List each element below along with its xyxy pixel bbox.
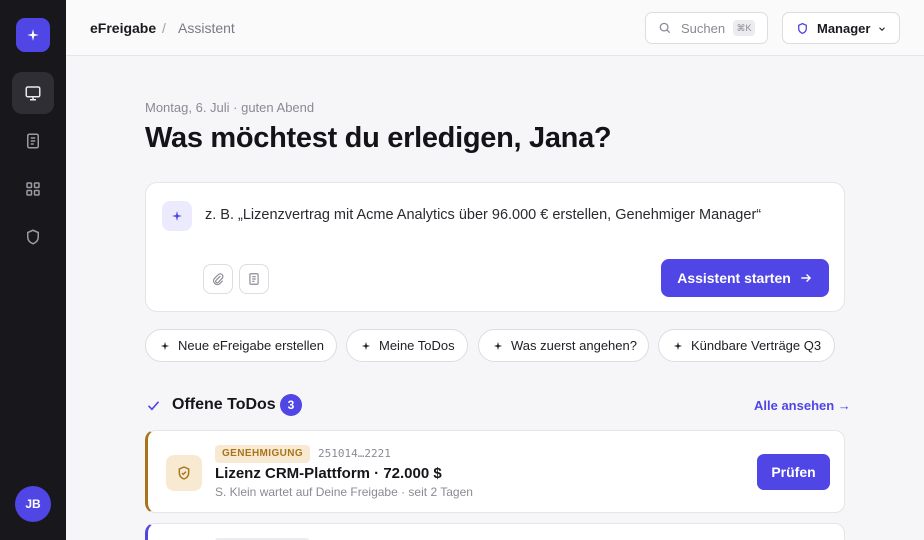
chip-label: Kündbare Verträge Q3 <box>691 338 822 353</box>
search-placeholder: Suchen <box>681 21 726 36</box>
role-switcher[interactable]: Manager <box>782 12 900 44</box>
sparkle-icon <box>160 341 170 350</box>
todos-section-title: Offene ToDos <box>172 396 276 413</box>
paperclip-icon <box>213 273 224 286</box>
chip-label: Was zuerst angehen? <box>511 338 637 353</box>
sidebar: JB <box>0 0 66 540</box>
sparkle-icon <box>673 341 683 350</box>
status-badge: GENEHMIGUNG <box>215 445 311 463</box>
assistant-badge <box>162 201 192 231</box>
chevron-down-icon <box>879 27 885 32</box>
role-label: Manager <box>817 21 871 36</box>
breadcrumb-separator: / <box>162 20 166 36</box>
sidebar-item-assistant[interactable] <box>12 72 54 114</box>
start-assistant-label: Assistent starten <box>677 270 791 286</box>
todo-reference: 251014…2221 <box>318 447 391 460</box>
sidebar-item-documents[interactable] <box>12 120 54 162</box>
todo-title: Lizenz CRM-Plattform · 72.000 $ <box>215 465 442 482</box>
avatar[interactable]: JB <box>15 486 51 522</box>
suggestion-chip-priorities[interactable]: Was zuerst angehen? <box>478 329 649 362</box>
greeting-line: Montag, 6. Juli · guten Abend <box>145 100 315 115</box>
todo-subtitle: S. Klein wartet auf Deine Freigabe · sei… <box>215 485 473 499</box>
arrow-right-icon <box>801 274 811 282</box>
attach-button[interactable] <box>203 264 233 294</box>
search-icon <box>659 22 671 34</box>
sidebar-item-security[interactable] <box>12 216 54 258</box>
grid-icon <box>26 182 40 196</box>
sparkle-icon <box>361 341 371 350</box>
start-assistant-button[interactable]: Assistent starten <box>661 259 829 297</box>
page-title: Was möchtest du erledigen, Jana? <box>145 122 612 154</box>
monitor-icon <box>25 86 41 101</box>
shield-icon <box>798 22 807 35</box>
see-all-todos-link[interactable]: Alle ansehen → <box>754 398 851 413</box>
assistant-prompt-input[interactable] <box>205 207 825 223</box>
chip-label: Meine ToDos <box>379 338 455 353</box>
suggestion-chip-my-todos[interactable]: Meine ToDos <box>346 329 468 362</box>
shield-check-icon <box>178 466 190 480</box>
todo-card[interactable]: GENEHMIGUNG 251014…2221 Lizenz CRM-Platt… <box>145 430 845 513</box>
sparkle-icon <box>172 211 182 221</box>
sparkle-icon <box>493 341 503 350</box>
assistant-prompt-card: Assistent starten <box>145 182 845 312</box>
todo-card[interactable] <box>145 523 845 540</box>
breadcrumb-current: Assistent <box>178 20 235 36</box>
sparkle-icon <box>27 29 39 41</box>
top-bar: eFreigabe / Assistent Suchen ⌘K Manager <box>66 0 924 56</box>
search-input[interactable]: Suchen ⌘K <box>645 12 768 44</box>
template-button[interactable] <box>239 264 269 294</box>
approval-icon-box <box>166 455 202 491</box>
suggestion-chip-cancellable-contracts[interactable]: Kündbare Verträge Q3 <box>658 329 835 362</box>
suggestion-chip-new-approval[interactable]: Neue eFreigabe erstellen <box>145 329 337 362</box>
document-icon <box>27 133 39 149</box>
check-icon <box>147 401 160 411</box>
search-shortcut: ⌘K <box>733 20 755 36</box>
review-button[interactable]: Prüfen <box>757 454 830 490</box>
document-icon <box>249 273 259 285</box>
sidebar-item-overview[interactable] <box>12 168 54 210</box>
chip-label: Neue eFreigabe erstellen <box>178 338 324 353</box>
todos-count-badge: 3 <box>280 394 302 416</box>
app-logo[interactable] <box>16 18 50 52</box>
shield-icon <box>27 229 39 245</box>
breadcrumb-root[interactable]: eFreigabe <box>90 20 156 36</box>
